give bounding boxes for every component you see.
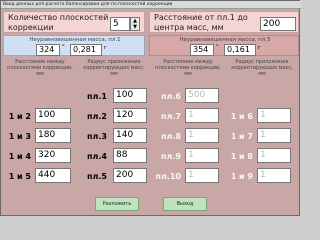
radius-input[interactable]: 88: [113, 148, 147, 163]
planes-count-label: Количество плоскостей коррекции: [8, 13, 109, 32]
plane-label: пл.5: [87, 172, 107, 181]
title-bar: Ввод данных для расчета балансировки для…: [1, 1, 301, 9]
unbalance-plane5-mass: 0,161: [224, 44, 256, 56]
pair-label: 1 и 9: [230, 172, 253, 181]
unbalance-plane5-angle: 354: [190, 44, 214, 56]
pair-label: 1 и 7: [230, 132, 253, 141]
pair-label: 1 и 5: [8, 172, 31, 181]
unbalance-plane1-label: Неуравновешенная масса, пл.1: [29, 37, 121, 43]
distance-panel: Расстояние от пл.1 до центра масс, мм 20…: [149, 11, 299, 33]
radius-input[interactable]: 200: [113, 168, 147, 183]
distance-input[interactable]: 440: [35, 168, 71, 183]
radius-input[interactable]: 100: [113, 88, 147, 103]
pair-label: 1 и 6: [230, 112, 253, 121]
unbalance-plane5-label: Неуравновешенная масса, пл.5: [179, 37, 271, 43]
distance-input[interactable]: 180: [35, 128, 71, 143]
header-radius-right: Радиус приложения корректирующих масс, м…: [231, 59, 293, 77]
solve-button[interactable]: Разложить: [95, 197, 139, 211]
app-window: Ввод данных для расчета балансировки для…: [0, 0, 301, 216]
distance-label: Расстояние от пл.1 до центра масс, мм: [154, 13, 248, 32]
pair-label: 1 и 3: [8, 132, 31, 141]
plane-label: пл.10: [155, 172, 181, 181]
planes-count-input[interactable]: 5: [110, 17, 130, 31]
plane-label: пл.2: [87, 112, 107, 121]
planes-count-spinner[interactable]: ▲ ▼: [130, 17, 140, 31]
distance-input-disabled: 1: [257, 148, 291, 163]
unbalance-plane1-panel: Неуравновешенная масса, пл.1 324 ° 0,281…: [3, 35, 145, 56]
header-radius-left: Радиус приложения корректирующих масс, м…: [83, 59, 145, 77]
unbalance-plane5-panel: Неуравновешенная масса, пл.5 354 ° 0,161…: [149, 35, 299, 56]
unbalance-plane1-mass: 0,281: [70, 44, 102, 56]
radius-input[interactable]: 120: [113, 108, 147, 123]
spin-down-icon[interactable]: ▼: [131, 24, 139, 30]
radius-input-disabled: 1: [185, 148, 219, 163]
unbalance-plane1-angle: 324: [36, 44, 60, 56]
degree-sign: °: [216, 44, 219, 50]
plane-label: пл.4: [87, 152, 107, 161]
plane-label: пл.6: [161, 92, 181, 101]
degree-sign: °: [62, 44, 65, 50]
unit-label: г: [258, 45, 261, 51]
header-distance-right: Расстояние между плоскостями коррекции, …: [155, 59, 221, 77]
pair-label: 1 и 2: [8, 112, 31, 121]
exit-button[interactable]: Выход: [163, 197, 207, 211]
distance-input-disabled: 1: [257, 168, 291, 183]
radius-input[interactable]: 140: [113, 128, 147, 143]
distance-input[interactable]: 200: [260, 17, 296, 31]
distance-input[interactable]: 320: [35, 148, 71, 163]
unit-label: г: [104, 45, 107, 51]
radius-input-disabled: 1: [185, 108, 219, 123]
pair-label: 1 и 8: [230, 152, 253, 161]
plane-label: пл.3: [87, 132, 107, 141]
header-distance-left: Расстояние между плоскостями коррекции, …: [7, 59, 73, 77]
distance-input[interactable]: 100: [35, 108, 71, 123]
plane-label: пл.9: [161, 152, 181, 161]
radius-input-disabled: 1: [185, 168, 219, 183]
distance-input-disabled: 1: [257, 128, 291, 143]
planes-count-panel: Количество плоскостей коррекции 5 ▲ ▼: [3, 11, 145, 33]
pair-label: 1 и 4: [8, 152, 31, 161]
plane-label: пл.7: [161, 112, 181, 121]
radius-input-disabled: 1: [185, 128, 219, 143]
radius-input-disabled: 500: [185, 88, 219, 103]
plane-label: пл.1: [87, 92, 107, 101]
distance-input-disabled: 1: [257, 108, 291, 123]
plane-label: пл.8: [161, 132, 181, 141]
